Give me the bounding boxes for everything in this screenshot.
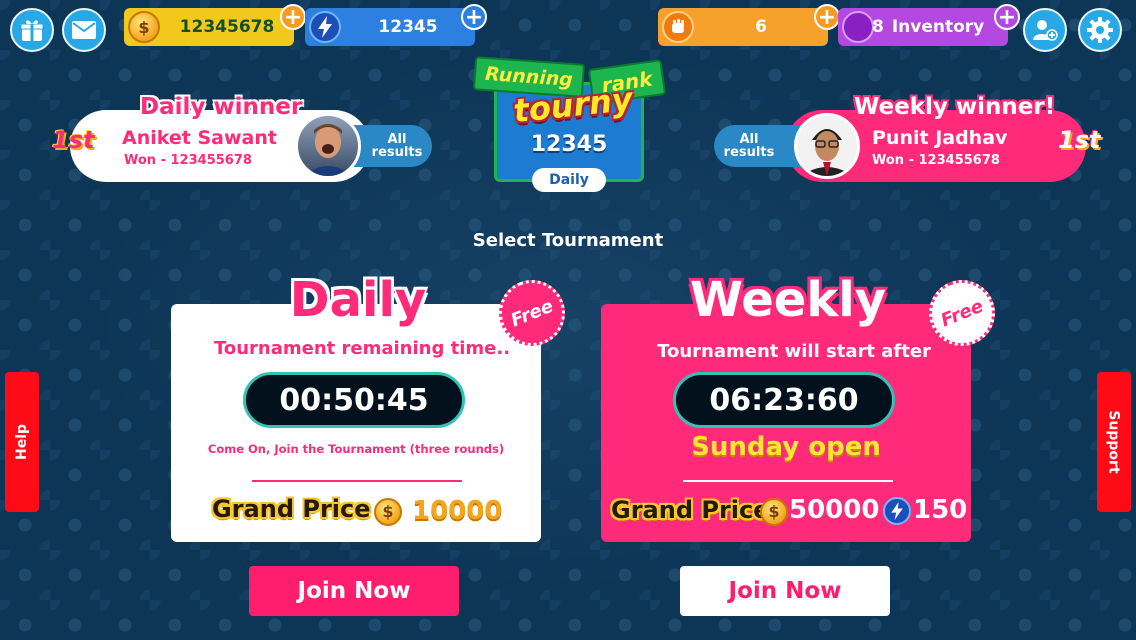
energy-value: 12345 [378, 17, 438, 37]
inventory-count: 8 [872, 17, 884, 37]
weekly-winner-avatar [794, 113, 860, 179]
help-tab[interactable]: Help [5, 372, 39, 512]
daily-winner-name: Aniket Sawant [122, 127, 277, 149]
weekly-join-label: Join Now [728, 578, 842, 604]
streak-counter: 6 + [658, 4, 840, 46]
streak-value: 6 [755, 17, 767, 37]
daily-winner-won: Won - 123455678 [124, 153, 252, 168]
fist-icon [662, 11, 694, 43]
weekly-grand-price-label: Grand Price [611, 496, 770, 524]
support-label: Support [1106, 410, 1122, 474]
lightning-icon [309, 11, 341, 43]
inventory-label: Inventory [891, 17, 985, 37]
weekly-card-title: Weekly [689, 272, 886, 328]
weekly-winner-title: Weekly winner! [854, 94, 1056, 120]
coin-value: 12345678 [179, 17, 275, 37]
weekly-timer: 06:23:60 [673, 372, 895, 428]
inventory-pill[interactable]: 8 Inventory + [838, 4, 1020, 46]
running-rank-period: Daily [532, 168, 606, 192]
weekly-coin-icon: $ [760, 498, 788, 526]
daily-free-label: Free [507, 295, 557, 331]
daily-coin-prize: 10000 [412, 496, 503, 526]
weekly-winner-name: Punit Jadhav [872, 127, 1008, 149]
help-label: Help [14, 423, 31, 461]
gear-icon [1087, 17, 1113, 43]
daily-coin-icon: $ [374, 498, 402, 526]
daily-winner-title: Daily winner [140, 94, 303, 120]
inventory-icon [842, 11, 874, 43]
weekly-winner-won: Won - 123455678 [872, 153, 1000, 168]
weekly-rank-badge: 1st [1058, 126, 1101, 154]
daily-timer: 00:50:45 [243, 372, 465, 428]
add-streak-button[interactable]: + [814, 4, 840, 30]
weekly-free-label: Free [937, 295, 987, 331]
add-user-icon [1033, 20, 1058, 41]
weekly-join-button[interactable]: Join Now [680, 566, 890, 616]
daily-divider [252, 480, 462, 482]
add-energy-button[interactable]: + [461, 4, 487, 30]
daily-all-results-label: All results [371, 132, 423, 160]
weekly-card-subtitle: Tournament will start after [657, 341, 931, 362]
support-tab[interactable]: Support [1097, 372, 1131, 512]
weekly-all-results-button[interactable]: All results [714, 125, 806, 167]
weekly-open-label: Sunday open [691, 432, 881, 462]
daily-rank-badge: 1st [52, 126, 95, 154]
energy-balance: 12345 + [305, 4, 487, 46]
gift-button[interactable] [10, 8, 54, 52]
daily-card-subtitle: Tournament remaining time.. [213, 338, 511, 359]
running-rank-value: 12345 [530, 132, 608, 157]
add-friend-button[interactable] [1023, 8, 1067, 52]
coin-icon: $ [128, 11, 160, 43]
weekly-lightning-icon [883, 497, 911, 525]
select-tournament-heading: Select Tournament [472, 230, 664, 251]
weekly-energy-prize: 150 [913, 495, 968, 525]
coin-balance: $ 12345678 + [124, 4, 306, 46]
add-coins-button[interactable]: + [280, 4, 306, 30]
daily-join-button[interactable]: Join Now [249, 566, 459, 616]
running-rank-panel: Running rank tourny 12345 Daily [472, 56, 667, 192]
daily-winner-avatar [295, 113, 361, 179]
add-inventory-button[interactable]: + [994, 4, 1020, 30]
mail-button[interactable] [62, 8, 106, 52]
daily-grand-price-label: Grand Price [212, 495, 371, 523]
daily-card-title: Daily [289, 272, 427, 328]
daily-join-label: Join Now [297, 578, 411, 604]
daily-card-note: Come On, Join the Tournament (three roun… [207, 442, 505, 456]
mail-icon [72, 21, 96, 39]
weekly-all-results-label: All results [723, 132, 775, 160]
weekly-coin-prize: 50000 [789, 495, 880, 525]
weekly-divider [683, 480, 893, 482]
settings-button[interactable] [1078, 8, 1122, 52]
gift-icon [20, 20, 44, 41]
